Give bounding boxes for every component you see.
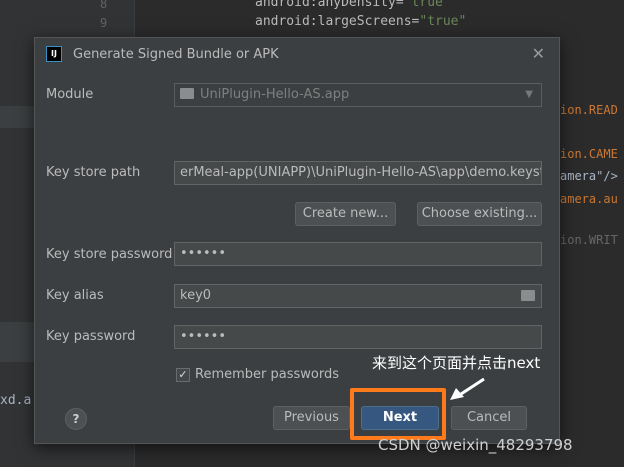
line-number: 8 bbox=[100, 0, 108, 11]
remember-passwords-checkbox[interactable]: ✓ bbox=[176, 368, 190, 382]
key-store-password-label: Key store password bbox=[46, 247, 173, 262]
key-alias-label: Key alias bbox=[46, 288, 104, 303]
module-select[interactable]: UniPlugin-Hello-AS.app ▼ bbox=[174, 83, 542, 107]
key-password-input[interactable]: •••••• bbox=[174, 325, 542, 349]
module-folder-icon bbox=[180, 88, 194, 99]
create-new-button[interactable]: Create new... bbox=[295, 202, 396, 226]
code-line: android:largeScreens="true" bbox=[255, 14, 467, 29]
dialog-title: Generate Signed Bundle or APK bbox=[73, 47, 279, 62]
key-alias-input[interactable]: key0 bbox=[174, 284, 542, 308]
remember-passwords-label: Remember passwords bbox=[195, 367, 339, 382]
code-fragment: xd.a bbox=[0, 393, 32, 408]
intellij-icon: IJ bbox=[46, 46, 62, 62]
watermark: CSDN @weixin_48293798 bbox=[378, 436, 573, 454]
code-fragment: ion.WRIT bbox=[560, 233, 618, 247]
line-number: 9 bbox=[100, 16, 108, 30]
code-fragment: ion.READ bbox=[560, 103, 618, 117]
module-label: Module bbox=[46, 87, 94, 102]
help-button[interactable]: ? bbox=[65, 408, 87, 430]
key-store-password-input[interactable]: •••••• bbox=[174, 242, 542, 266]
code-fragment: amera.au bbox=[560, 192, 618, 206]
previous-button[interactable]: Previous bbox=[273, 406, 350, 430]
chevron-down-icon: ▼ bbox=[525, 89, 533, 100]
key-password-label: Key password bbox=[46, 329, 136, 344]
instruction-annotation: 来到这个页面并点击next bbox=[372, 354, 541, 372]
key-store-path-label: Key store path bbox=[46, 165, 141, 180]
close-icon[interactable]: ✕ bbox=[532, 44, 545, 63]
arrow-icon bbox=[450, 377, 485, 400]
folder-icon[interactable] bbox=[521, 290, 535, 301]
next-highlight-box bbox=[350, 388, 446, 440]
code-fragment: ion.CAME bbox=[560, 147, 618, 161]
code-line: android:anyDensity="true" bbox=[255, 0, 451, 10]
choose-existing-button[interactable]: Choose existing... bbox=[417, 202, 542, 226]
cancel-button[interactable]: Cancel bbox=[451, 406, 527, 430]
dialog-title-bar: IJ Generate Signed Bundle or APK ✕ bbox=[35, 38, 559, 72]
key-store-path-input[interactable]: erMeal-app(UNIAPP)\UniPlugin-Hello-AS\ap… bbox=[174, 161, 542, 185]
code-fragment: amera"/> bbox=[560, 169, 618, 183]
